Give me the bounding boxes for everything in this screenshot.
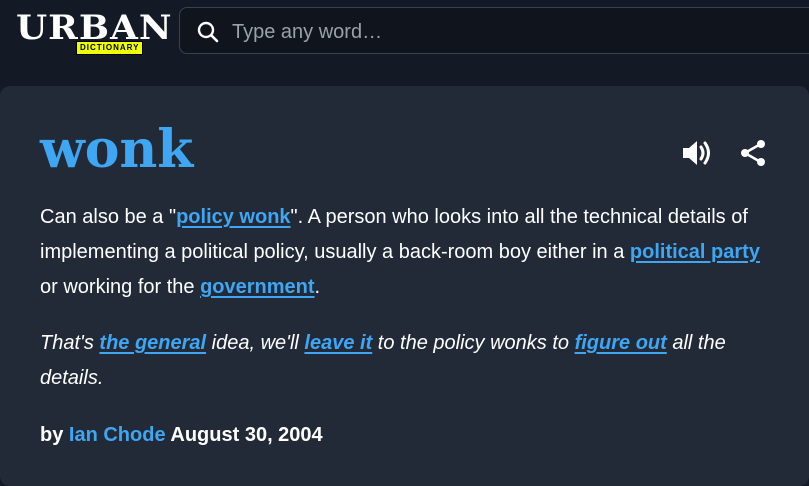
byline: by Ian Chode August 30, 2004 (40, 422, 323, 448)
search-input[interactable] (230, 16, 794, 48)
link-the-general[interactable]: the general (99, 332, 206, 354)
example-text-3: to the policy wonks to (372, 332, 575, 354)
example-text-1: That's (40, 332, 100, 354)
example-text: That's the general idea, we'll leave it … (40, 326, 780, 396)
link-figure-out[interactable]: figure out (575, 332, 667, 354)
search-bar[interactable] (179, 7, 809, 54)
byline-prefix: by (40, 424, 69, 446)
definition-text-3: or working for the (40, 276, 201, 298)
link-government[interactable]: government (200, 276, 314, 298)
post-date: August 30, 2004 (165, 424, 323, 446)
definition-text: Can also be a "policy wonk". A person wh… (40, 200, 780, 305)
share-icon[interactable] (735, 135, 771, 171)
word-title[interactable]: wonk (40, 116, 193, 184)
word-title-text[interactable]: wonk (40, 119, 193, 180)
definition-text-4: . (314, 276, 321, 298)
example-text-2: idea, we'll (206, 332, 305, 354)
logo-subtitle: DICTIONARY (76, 41, 144, 55)
speaker-icon[interactable] (679, 135, 715, 171)
top-bar: URBAN DICTIONARY (0, 0, 809, 66)
search-icon[interactable] (196, 20, 220, 44)
link-leave-it[interactable]: leave it (304, 332, 372, 354)
author-link[interactable]: Ian Chode (69, 424, 166, 446)
link-political-party[interactable]: political party (630, 241, 760, 263)
definition-card: wonk Can also be a "policy wonk". A pers… (0, 86, 809, 486)
urban-dictionary-logo[interactable]: URBAN DICTIONARY (14, 8, 172, 58)
definition-text-1: Can also be a " (40, 206, 177, 228)
link-policy-wonk[interactable]: policy wonk (176, 206, 290, 228)
